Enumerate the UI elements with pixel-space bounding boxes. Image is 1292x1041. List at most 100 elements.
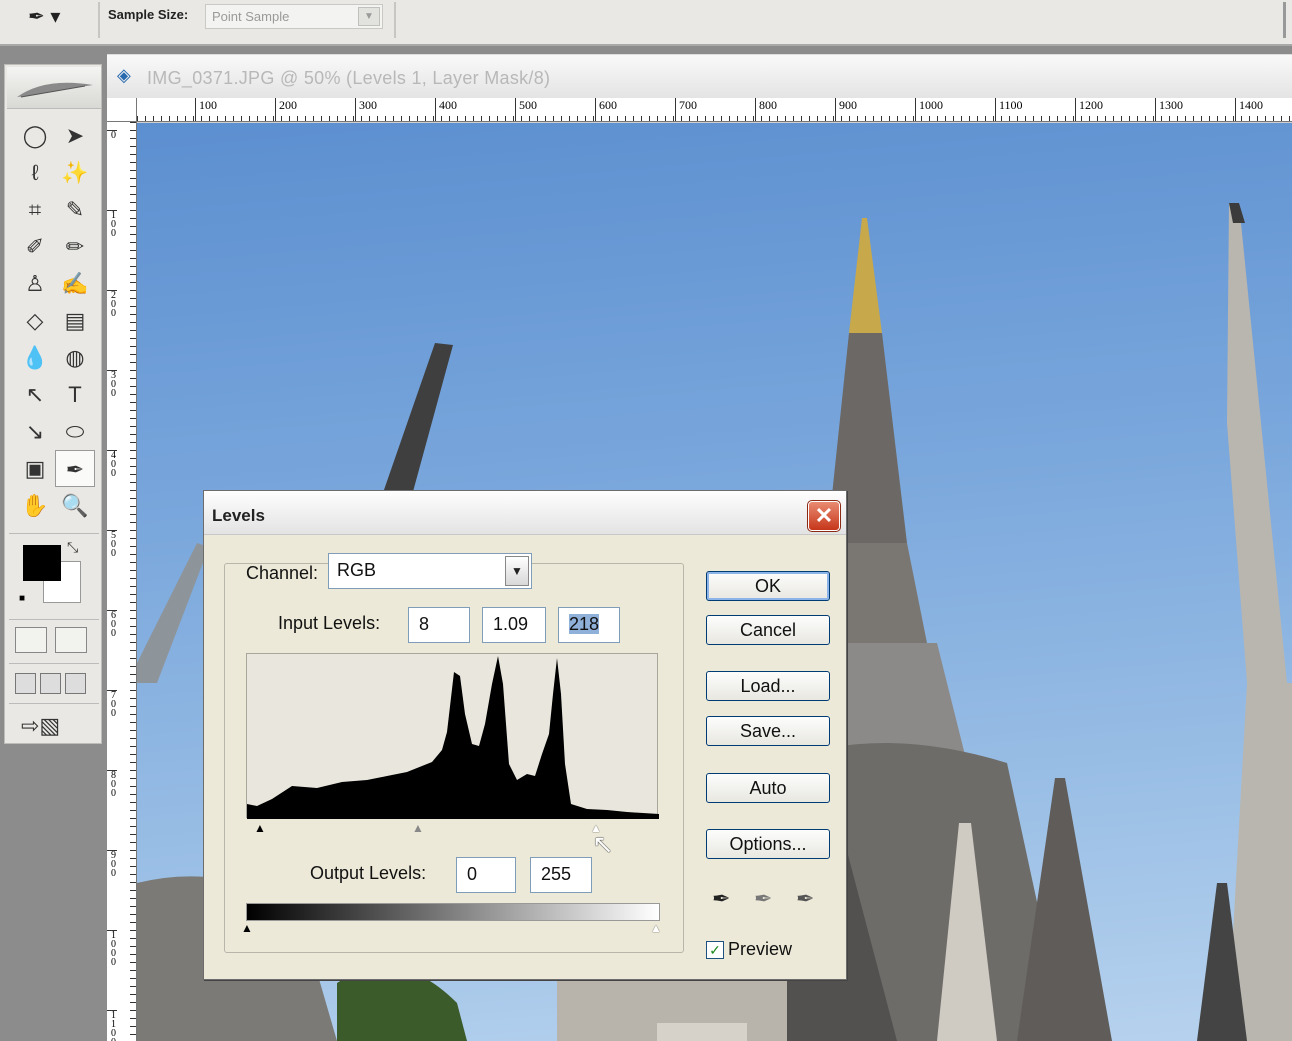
input-black-field[interactable]: 8 [408,607,470,643]
ruler-tick: 0 [107,130,117,141]
output-white-slider[interactable]: ▲ [650,921,662,935]
levels-dialog: Levels ✕ Channel: RGB ▼ Input Levels: 8 … [203,490,847,980]
ruler-tick: 500 [107,530,117,559]
type-tool-icon[interactable]: T [55,376,95,413]
feather-icon [17,82,93,98]
output-white-field[interactable]: 255 [530,857,592,893]
magic-wand-icon[interactable]: ✨ [55,154,95,191]
input-black-value: 8 [419,614,430,634]
dialog-title-bar[interactable]: Levels ✕ [204,491,846,535]
slice-tool-icon[interactable]: ✎ [55,191,95,228]
dodge-tool-icon[interactable]: ◍ [55,339,95,376]
zoom-tool-icon[interactable]: 🔍 [55,487,95,524]
ruler-tick: 1200 [1075,98,1103,121]
ruler-tick: 1000 [915,98,943,121]
histogram [246,653,659,819]
eyedropper-tool-icon[interactable]: ✒ [55,450,95,487]
lasso-tool-icon[interactable]: ℓ [15,154,55,191]
stamp-tool-icon[interactable]: ♙ [15,265,55,302]
jump-to-imageready-icon[interactable]: ⇨▧ [21,713,60,739]
divider [394,2,396,38]
options-button[interactable]: Options... [706,829,830,859]
input-white-value: 218 [569,614,600,634]
move-tool-icon[interactable]: ➤ [55,117,95,154]
ruler-tick: 900 [835,98,857,121]
blur-tool-icon[interactable]: 💧 [15,339,55,376]
chevron-down-icon[interactable]: ▼ [505,556,529,586]
ok-button[interactable]: OK [706,571,830,601]
black-eyedropper-icon[interactable]: ✒ [712,886,730,912]
ruler-tick: 700 [675,98,697,121]
default-colors-icon[interactable]: ■ [19,593,25,604]
output-black-field[interactable]: 0 [456,857,516,893]
save-button[interactable]: Save... [706,716,830,746]
input-white-field[interactable]: 218 [558,607,620,643]
brush-tool-icon[interactable]: ✏ [55,228,95,265]
ruler-tick: 1400 [1235,98,1263,121]
preview-checkbox[interactable]: ✓ [706,941,724,959]
pen-tool-icon[interactable]: ↘ [15,413,55,450]
photoshop-logo[interactable] [7,67,101,109]
divider [9,703,99,704]
ruler-origin[interactable] [107,98,137,122]
quick-mask-button[interactable] [55,627,87,653]
preview-label: Preview [728,939,793,959]
close-icon[interactable]: ✕ [807,500,841,532]
ruler-tick: 300 [107,370,117,399]
ruler-tick: 200 [107,290,117,319]
ruler-tick: 1100 [107,1010,117,1041]
sample-size-select[interactable]: Point Sample ▼ [205,4,383,29]
channel-select[interactable]: RGB ▼ [328,553,532,589]
ruler-tick: 600 [107,610,117,639]
hand-tool-icon[interactable]: ✋ [15,487,55,524]
load-button[interactable]: Load... [706,671,830,701]
document-title-bar[interactable]: ◈ IMG_0371.JPG @ 50% (Levels 1, Layer Ma… [107,54,1292,98]
standard-mode-button[interactable] [15,627,47,653]
gray-eyedropper-icon[interactable]: ✒ [754,886,772,912]
screen-mode-full-button[interactable] [65,673,86,694]
auto-button[interactable]: Auto [706,773,830,803]
toolbox: ◯ ➤ ℓ ✨ ⌗ ✎ ✐ ✏ ♙ ✍ ◇ ▤ 💧 ◍ ↖ T ↘ ⬭ ▣ ✒ … [4,64,102,744]
output-black-value: 0 [467,864,478,884]
gamma-slider[interactable]: ▲ [412,821,424,835]
ruler-tick: 900 [107,850,117,879]
shape-tool-icon[interactable]: ⬭ [55,413,95,450]
path-select-icon[interactable]: ↖ [15,376,55,413]
foreground-color-swatch[interactable] [23,545,61,581]
ruler-tick: 500 [515,98,537,121]
black-point-slider[interactable]: ▲ [254,821,266,835]
ruler-tick: 300 [355,98,377,121]
output-white-value: 255 [541,864,572,884]
white-eyedropper-icon[interactable]: ✒ [796,886,814,912]
gradient-tool-icon[interactable]: ▤ [55,302,95,339]
chevron-down-icon[interactable]: ▼ [358,7,380,26]
screen-mode-standard-button[interactable] [15,673,36,694]
options-bar: ✒ ▾ Sample Size: Point Sample ▼ [0,0,1292,46]
eyedropper-icon[interactable]: ✒ ▾ [28,4,60,29]
histogram-graph [247,656,659,819]
document-icon: ◈ [117,65,131,85]
horizontal-ruler[interactable]: 100 200 300 400 500 600 700 800 900 1000… [137,98,1292,122]
input-levels-label: Input Levels: [278,613,381,633]
cancel-button[interactable]: Cancel [706,615,830,645]
divider [9,663,99,664]
healing-brush-icon[interactable]: ✐ [15,228,55,265]
ruler-tick: 1300 [1155,98,1183,121]
vertical-ruler[interactable]: 0 100 200 300 400 500 600 700 800 900 10… [107,122,137,1041]
history-brush-icon[interactable]: ✍ [55,265,95,302]
marquee-tool-icon[interactable]: ◯ [15,117,55,154]
output-levels-label: Output Levels: [310,863,427,883]
ruler-tick: 200 [275,98,297,121]
screen-mode-full-menu-button[interactable] [40,673,61,694]
notes-tool-icon[interactable]: ▣ [15,450,55,487]
divider [9,533,99,534]
output-black-slider[interactable]: ▲ [241,921,253,935]
input-gamma-field[interactable]: 1.09 [482,607,546,643]
divider [9,619,99,620]
ruler-tick: 100 [195,98,217,121]
crop-tool-icon[interactable]: ⌗ [15,191,55,228]
eraser-tool-icon[interactable]: ◇ [15,302,55,339]
ruler-tick: 1000 [107,930,117,968]
swap-colors-icon[interactable]: ⤡ [67,539,78,556]
ruler-tick: 400 [435,98,457,121]
